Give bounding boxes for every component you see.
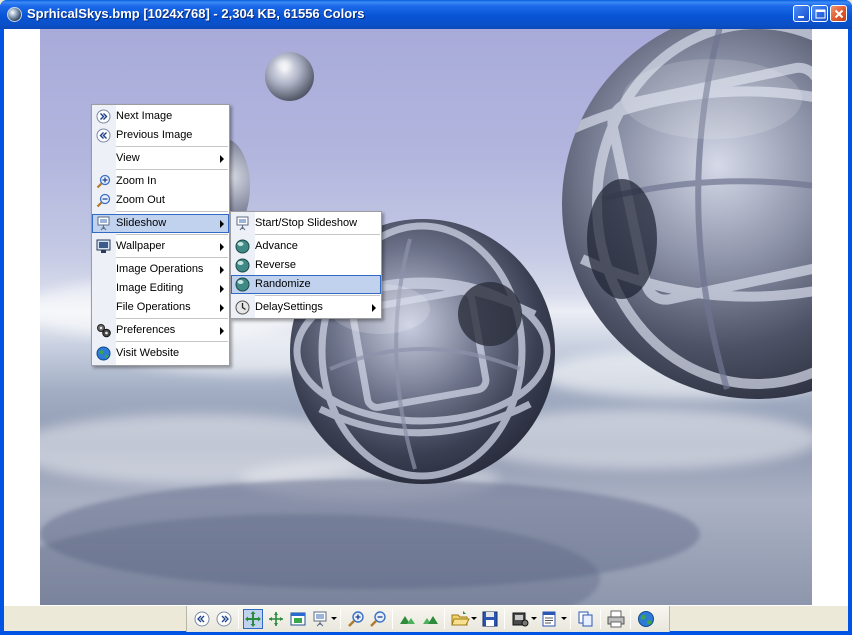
menu-item-file-operations[interactable]: File Operations (92, 298, 229, 317)
submenu-item-delay-settings[interactable]: DelaySettings (231, 298, 381, 317)
small-sphere (265, 52, 314, 101)
menu-item-zoom-in[interactable]: Zoom In (92, 172, 229, 191)
tools-dropdown-icon[interactable] (531, 617, 537, 620)
delay-clock-icon (235, 300, 250, 315)
wallpaper-icon (96, 239, 111, 254)
bottom-toolbar (4, 605, 848, 632)
rotate-left-icon[interactable] (398, 609, 418, 629)
image-viewport[interactable]: Next Image Previous Image View Zoom In Z… (40, 29, 812, 605)
menu-item-image-operations[interactable]: Image Operations (92, 260, 229, 279)
randomize-icon (235, 277, 250, 292)
submenu-arrow-icon (372, 304, 376, 312)
fit-window-icon[interactable] (243, 609, 263, 629)
zoom-out-icon (96, 193, 111, 208)
zoom-in-icon (96, 174, 111, 189)
zoom-out-icon[interactable] (368, 609, 388, 629)
slideshow-dropdown-icon[interactable] (331, 617, 337, 620)
submenu-item-advance[interactable]: Advance (231, 237, 381, 256)
maximize-button[interactable] (811, 5, 828, 22)
submenu-item-start-stop-slideshow[interactable]: Start/Stop Slideshow (231, 214, 381, 233)
open-folder-icon[interactable] (450, 609, 470, 629)
advance-icon (235, 239, 250, 254)
properties-dropdown-icon[interactable] (561, 617, 567, 620)
actual-size-icon[interactable] (266, 609, 286, 629)
submenu-arrow-icon (220, 220, 224, 228)
menu-item-image-editing[interactable]: Image Editing (92, 279, 229, 298)
close-button[interactable] (830, 5, 847, 22)
submenu-item-randomize[interactable]: Randomize (231, 275, 381, 294)
minimize-button[interactable] (793, 5, 810, 22)
app-window: SprhicalSkys.bmp [1024x768] - 2,304 KB, … (0, 0, 852, 635)
submenu-arrow-icon (220, 285, 224, 293)
globe-icon (96, 346, 111, 361)
preferences-icon (96, 323, 111, 338)
tools-icon[interactable] (510, 609, 530, 629)
toolbar-strip (186, 606, 670, 632)
menu-item-previous-image[interactable]: Previous Image (92, 126, 229, 145)
submenu-arrow-icon (220, 243, 224, 251)
open-dropdown-icon[interactable] (471, 617, 477, 620)
next-double-chevron-icon (96, 109, 111, 124)
next-icon[interactable] (214, 609, 234, 629)
context-menu: Next Image Previous Image View Zoom In Z… (91, 104, 230, 366)
title-bar[interactable]: SprhicalSkys.bmp [1024x768] - 2,304 KB, … (0, 0, 852, 29)
copy-icon[interactable] (576, 609, 596, 629)
slideshow-submenu: Start/Stop Slideshow Advance Reverse Ran… (230, 211, 382, 319)
slideshow-icon (235, 216, 250, 231)
globe-icon[interactable] (636, 609, 656, 629)
menu-item-preferences[interactable]: Preferences (92, 321, 229, 340)
submenu-arrow-icon (220, 327, 224, 335)
properties-icon[interactable] (539, 609, 559, 629)
submenu-arrow-icon (220, 304, 224, 312)
menu-item-view[interactable]: View (92, 149, 229, 168)
full-screen-icon[interactable] (288, 609, 308, 629)
save-icon[interactable] (480, 609, 500, 629)
menu-item-next-image[interactable]: Next Image (92, 107, 229, 126)
submenu-arrow-icon (220, 266, 224, 274)
large-sphere (562, 29, 812, 399)
print-icon[interactable] (606, 609, 626, 629)
previous-icon[interactable] (192, 609, 212, 629)
reverse-icon (235, 258, 250, 273)
menu-item-zoom-out[interactable]: Zoom Out (92, 191, 229, 210)
submenu-arrow-icon (220, 155, 224, 163)
zoom-in-icon[interactable] (346, 609, 366, 629)
previous-double-chevron-icon (96, 128, 111, 143)
slideshow-icon (96, 216, 111, 231)
window-title: SprhicalSkys.bmp [1024x768] - 2,304 KB, … (27, 6, 365, 21)
submenu-item-reverse[interactable]: Reverse (231, 256, 381, 275)
menu-item-visit-website[interactable]: Visit Website (92, 344, 229, 363)
menu-item-slideshow[interactable]: Slideshow (92, 214, 229, 233)
app-icon[interactable] (7, 7, 22, 22)
slideshow-icon[interactable] (310, 609, 330, 629)
rotate-right-icon[interactable] (420, 609, 440, 629)
client-area: Next Image Previous Image View Zoom In Z… (4, 29, 848, 605)
menu-item-wallpaper[interactable]: Wallpaper (92, 237, 229, 256)
